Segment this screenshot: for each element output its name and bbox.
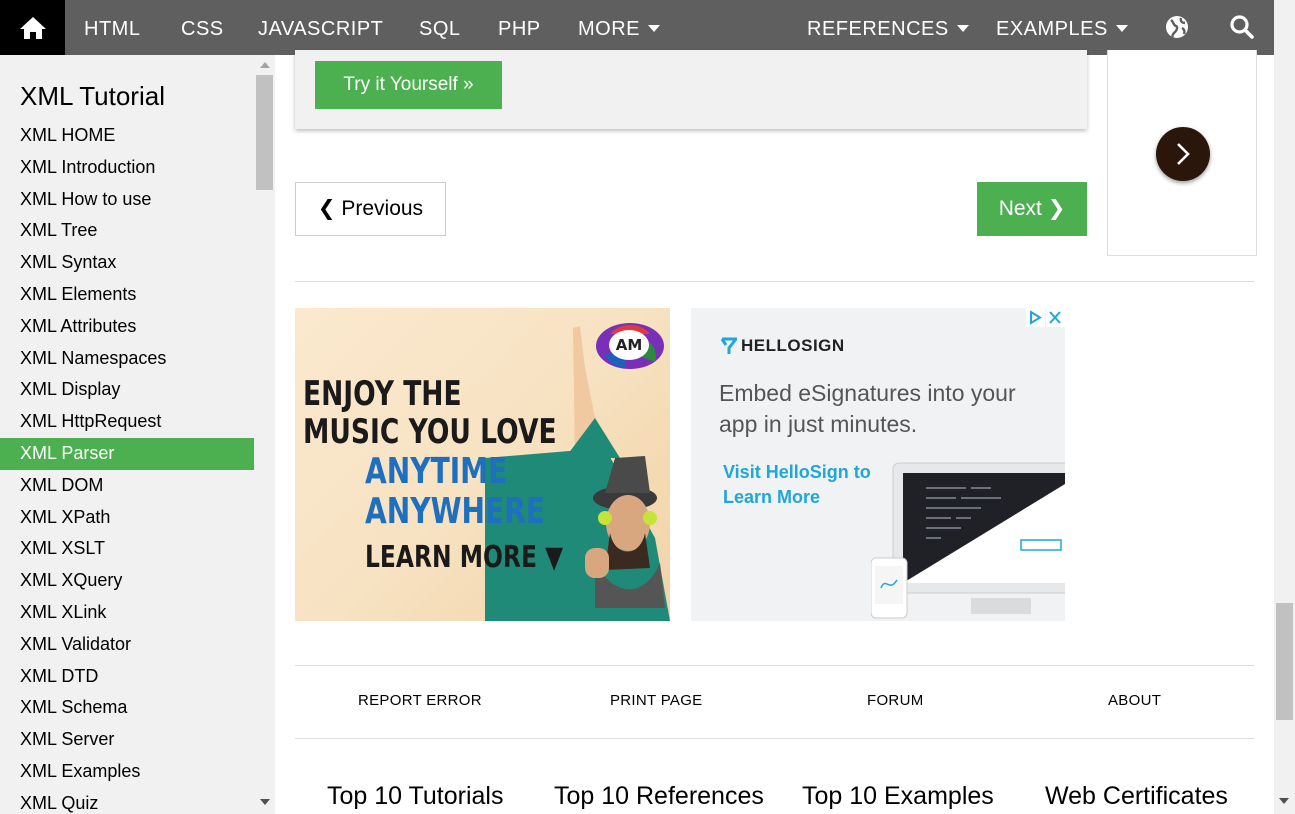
sidebar-item[interactable]: XML HOME (0, 120, 254, 152)
caret-down-icon (648, 25, 660, 32)
sidebar-item[interactable]: XML Quiz (0, 788, 254, 814)
sidebar-item[interactable]: XML How to use (0, 184, 254, 216)
sidebar-item[interactable]: XML XQuery (0, 565, 254, 597)
sidebar-item[interactable]: XML DOM (0, 470, 254, 502)
ad-brand: HELLOSIGN (741, 336, 845, 355)
sidebar-item[interactable]: XML Introduction (0, 152, 254, 184)
nav-more-label: MORE (578, 18, 640, 40)
carousel-next-button[interactable] (1156, 127, 1210, 181)
adchoices-icon[interactable] (1026, 308, 1065, 327)
hellosign-ad-banner[interactable]: HELLOSIGN Embed eSignatures into your ap… (691, 308, 1065, 621)
ad-headline: Embed eSignatures into your app in just … (719, 380, 1016, 437)
sidebar: XML Tutorial XML HOME XML Introduction XML… (0, 55, 275, 814)
nav-php[interactable]: PHP (498, 0, 541, 55)
scroll-up-icon[interactable] (260, 62, 270, 68)
sidebar-item[interactable]: XML Parser (0, 437, 254, 470)
caret-down-icon (956, 25, 969, 32)
scroll-down-icon[interactable] (260, 799, 270, 805)
try-it-yourself-button[interactable]: Try it Yourself » (315, 61, 502, 109)
divider (295, 665, 1254, 666)
sidebar-item[interactable]: XML Server (0, 724, 254, 756)
sidebar-item[interactable]: XML XPath (0, 502, 254, 534)
next-button[interactable]: Next ❯ (977, 182, 1087, 236)
sidebar-item[interactable]: XML Validator (0, 629, 254, 661)
forum-link[interactable]: FORUM (867, 692, 924, 709)
home-icon (19, 16, 46, 39)
sidebar-item[interactable]: XML Examples (0, 756, 254, 788)
nav-css[interactable]: CSS (181, 0, 224, 55)
sidebar-item[interactable]: XML Attributes (0, 311, 254, 343)
top10-tutorials-heading: Top 10 Tutorials (327, 782, 504, 810)
previous-button[interactable]: ❮ Previous (295, 182, 446, 236)
search-icon[interactable] (1229, 14, 1255, 40)
home-button[interactable] (0, 0, 65, 55)
sidebar-item[interactable]: XML DTD (0, 661, 254, 693)
sidebar-item[interactable]: XML Syntax (0, 247, 254, 279)
am-logo: AM (596, 323, 664, 369)
about-link[interactable]: ABOUT (1108, 692, 1161, 709)
top10-examples-heading: Top 10 Examples (802, 782, 994, 810)
nav-references-label: REFERENCES (807, 18, 949, 40)
ad-text-line: ENJOY THE (303, 374, 462, 414)
sidebar-item[interactable]: XML Display (0, 374, 254, 406)
nav-references[interactable]: REFERENCES (807, 0, 969, 55)
hellosign-logo-icon (721, 337, 737, 354)
nav-javascript[interactable]: JAVASCRIPT (258, 0, 383, 55)
nav-more[interactable]: MORE (578, 0, 660, 55)
sidebar-list: XML HOME XML Introduction XML How to use XM… (0, 120, 254, 814)
sidebar-item[interactable]: XML XLink (0, 597, 254, 629)
ad-text-line: ANYTIME (365, 451, 508, 492)
top10-references-heading: Top 10 References (554, 782, 764, 810)
ad-text-line: ANYWHERE (365, 491, 546, 532)
chevron-right-icon (1177, 143, 1190, 165)
ad-text-line: MUSIC YOU LOVE (303, 412, 557, 452)
sidebar-item[interactable]: XML HttpRequest (0, 406, 254, 438)
nav-sql[interactable]: SQL (419, 0, 461, 55)
nav-examples[interactable]: EXAMPLES (996, 0, 1128, 55)
globe-icon[interactable] (1164, 14, 1190, 40)
divider (295, 281, 1254, 282)
top-navbar: HTML CSS JAVASCRIPT SQL PHP MORE REFEREN… (0, 0, 1274, 55)
sidebar-item[interactable]: XML Elements (0, 279, 254, 311)
ad-logo-text: AM (616, 336, 643, 354)
music-ad-banner[interactable]: ENJOY THE MUSIC YOU LOVE ANYTIME ANYWHER… (295, 308, 670, 621)
web-certificates-heading: Web Certificates (1045, 782, 1228, 810)
page-scrollbar-thumb[interactable] (1276, 603, 1293, 720)
caret-down-icon (1115, 25, 1128, 32)
nav-html[interactable]: HTML (84, 0, 140, 55)
sidebar-scrollbar-thumb[interactable] (256, 75, 273, 190)
report-error-link[interactable]: REPORT ERROR (358, 692, 482, 709)
print-page-link[interactable]: PRINT PAGE (610, 692, 702, 709)
sidebar-item[interactable]: XML XSLT (0, 533, 254, 565)
scroll-down-icon[interactable] (1279, 798, 1289, 804)
device-illustration (871, 462, 1065, 619)
sidebar-title: XML Tutorial (20, 81, 165, 111)
nav-examples-label: EXAMPLES (996, 18, 1108, 40)
sidebar-item[interactable]: XML Namespaces (0, 343, 254, 375)
divider (295, 738, 1254, 739)
ad-learn-more[interactable]: LEARN MORE ▼ (365, 540, 563, 575)
sidebar-item[interactable]: XML Tree (0, 215, 254, 247)
sidebar-item[interactable]: XML Schema (0, 692, 254, 724)
